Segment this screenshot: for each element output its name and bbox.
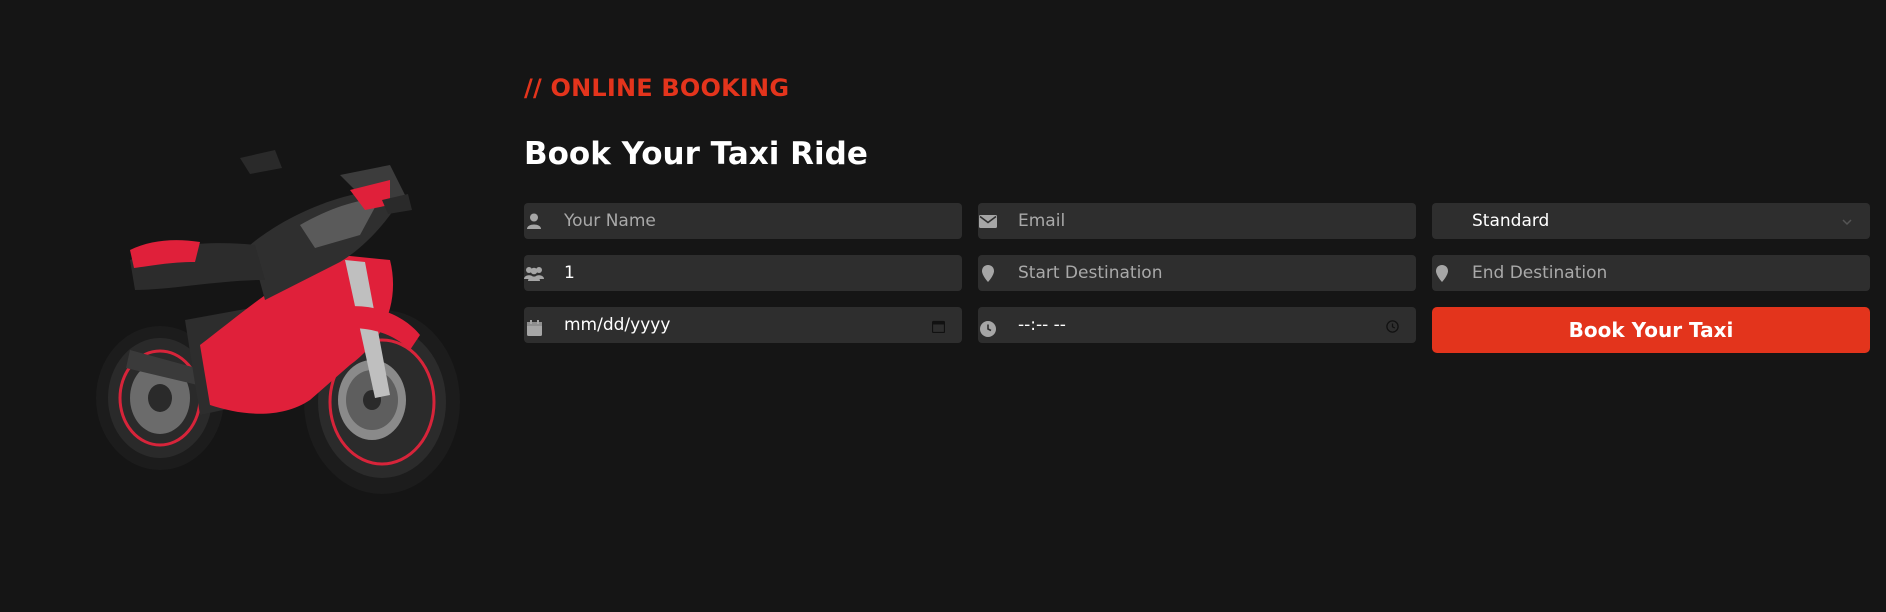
users-icon: [524, 264, 544, 282]
user-icon: [524, 212, 544, 230]
end-destination-field[interactable]: End Destination: [1432, 255, 1870, 291]
calendar-picker-icon[interactable]: [931, 318, 946, 334]
email-placeholder: Email: [1018, 211, 1066, 231]
date-value: mm/dd/yyyy: [564, 315, 671, 335]
booking-content: // ONLINE BOOKING Book Your Taxi Ride Yo…: [524, 72, 1870, 353]
book-taxi-button[interactable]: Book Your Taxi: [1432, 307, 1870, 353]
map-pin-icon: [1432, 264, 1452, 282]
chevron-down-icon: [1840, 214, 1854, 228]
envelope-icon: [978, 212, 998, 230]
clock-picker-icon[interactable]: [1386, 318, 1400, 333]
section-eyebrow: // ONLINE BOOKING: [524, 74, 790, 102]
end-destination-placeholder: End Destination: [1472, 263, 1608, 283]
passengers-value: 1: [564, 263, 575, 283]
section-title: Book Your Taxi Ride: [524, 136, 868, 172]
map-pin-icon: [978, 264, 998, 282]
start-destination-placeholder: Start Destination: [1018, 263, 1163, 283]
clock-icon: [978, 320, 998, 338]
booking-section: // ONLINE BOOKING Book Your Taxi Ride Yo…: [0, 0, 1886, 612]
ride-type-value: Standard: [1472, 211, 1550, 231]
name-placeholder: Your Name: [564, 211, 656, 231]
motorcycle-image: [96, 150, 460, 494]
ride-type-select[interactable]: Standard: [1432, 203, 1870, 239]
passengers-field[interactable]: 1: [524, 255, 962, 291]
time-field[interactable]: --:-- --: [978, 307, 1416, 343]
date-field[interactable]: mm/dd/yyyy: [524, 307, 962, 343]
start-destination-field[interactable]: Start Destination: [978, 255, 1416, 291]
calendar-icon: [524, 319, 544, 337]
email-field[interactable]: Email: [978, 203, 1416, 239]
name-field[interactable]: Your Name: [524, 203, 962, 239]
time-value: --:-- --: [1018, 315, 1066, 335]
